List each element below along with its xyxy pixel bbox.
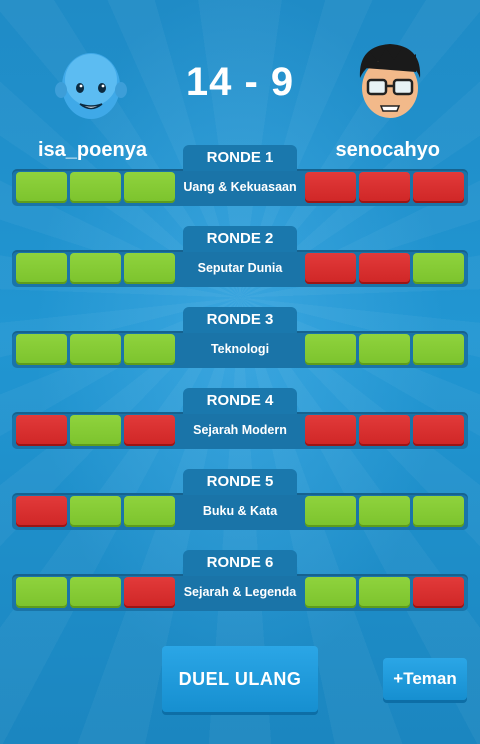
round-row: RONDE 6 Sejarah & Legenda bbox=[0, 550, 480, 616]
round-row: RONDE 5 Buku & Kata bbox=[0, 469, 480, 535]
answer-correct-cell bbox=[359, 496, 410, 527]
round-row: RONDE 2 Seputar Dunia bbox=[0, 226, 480, 292]
player-left-answers bbox=[16, 334, 175, 365]
round-category: Seputar Dunia bbox=[197, 261, 283, 275]
round-category: Uang & Kekuasaan bbox=[183, 180, 297, 194]
answer-wrong-cell bbox=[124, 415, 175, 446]
round-label: RONDE 4 bbox=[183, 388, 297, 414]
player-left-answers bbox=[16, 577, 175, 608]
answer-correct-cell bbox=[70, 577, 121, 608]
rematch-button[interactable]: DUEL ULANG bbox=[162, 646, 318, 712]
round-row: RONDE 3 Teknologi bbox=[0, 307, 480, 373]
answer-correct-cell bbox=[70, 253, 121, 284]
answer-wrong-cell bbox=[359, 415, 410, 446]
answer-wrong-cell bbox=[305, 172, 356, 203]
answer-correct-cell bbox=[413, 253, 464, 284]
round-row: RONDE 4 Sejarah Modern bbox=[0, 388, 480, 454]
add-friend-button[interactable]: +Teman bbox=[383, 658, 467, 700]
answer-wrong-cell bbox=[16, 415, 67, 446]
round-category: Teknologi bbox=[210, 342, 270, 356]
answer-correct-cell bbox=[124, 253, 175, 284]
round-label: RONDE 2 bbox=[183, 226, 297, 252]
answer-wrong-cell bbox=[305, 253, 356, 284]
player-right-answers bbox=[305, 415, 464, 446]
answer-correct-cell bbox=[124, 334, 175, 365]
round-category: Buku & Kata bbox=[202, 504, 278, 518]
round-label: RONDE 1 bbox=[183, 145, 297, 171]
player-left-answers bbox=[16, 496, 175, 527]
round-label: RONDE 5 bbox=[183, 469, 297, 495]
answer-correct-cell bbox=[305, 577, 356, 608]
answer-correct-cell bbox=[124, 496, 175, 527]
player-right-answers bbox=[305, 172, 464, 203]
answer-correct-cell bbox=[16, 253, 67, 284]
player-right-answers bbox=[305, 577, 464, 608]
answer-correct-cell bbox=[70, 172, 121, 203]
answer-correct-cell bbox=[16, 334, 67, 365]
answer-wrong-cell bbox=[359, 253, 410, 284]
answer-correct-cell bbox=[413, 334, 464, 365]
round-label: RONDE 3 bbox=[183, 307, 297, 333]
player-right-answers bbox=[305, 496, 464, 527]
answer-correct-cell bbox=[124, 172, 175, 203]
answer-wrong-cell bbox=[359, 172, 410, 203]
answer-correct-cell bbox=[70, 496, 121, 527]
round-label: RONDE 6 bbox=[183, 550, 297, 576]
answer-wrong-cell bbox=[413, 172, 464, 203]
player-right-answers bbox=[305, 334, 464, 365]
answer-wrong-cell bbox=[413, 577, 464, 608]
answer-correct-cell bbox=[70, 334, 121, 365]
player-left-answers bbox=[16, 415, 175, 446]
answer-correct-cell bbox=[305, 496, 356, 527]
player-right-avatar[interactable] bbox=[348, 38, 432, 122]
answer-wrong-cell bbox=[305, 415, 356, 446]
answer-correct-cell bbox=[359, 577, 410, 608]
match-header: 14 - 9 isa_poenya senocahyo bbox=[0, 0, 480, 161]
answer-correct-cell bbox=[70, 415, 121, 446]
answer-wrong-cell bbox=[413, 415, 464, 446]
round-row: RONDE 1 Uang & Kekuasaan bbox=[0, 145, 480, 211]
round-category: Sejarah Modern bbox=[193, 423, 287, 437]
player-left-answers bbox=[16, 253, 175, 284]
player-right-answers bbox=[305, 253, 464, 284]
player-left-answers bbox=[16, 172, 175, 203]
answer-correct-cell bbox=[359, 334, 410, 365]
answer-wrong-cell bbox=[16, 496, 67, 527]
round-category: Sejarah & Legenda bbox=[183, 585, 297, 599]
answer-correct-cell bbox=[305, 334, 356, 365]
answer-wrong-cell bbox=[124, 577, 175, 608]
answer-correct-cell bbox=[413, 496, 464, 527]
answer-correct-cell bbox=[16, 172, 67, 203]
answer-correct-cell bbox=[16, 577, 67, 608]
